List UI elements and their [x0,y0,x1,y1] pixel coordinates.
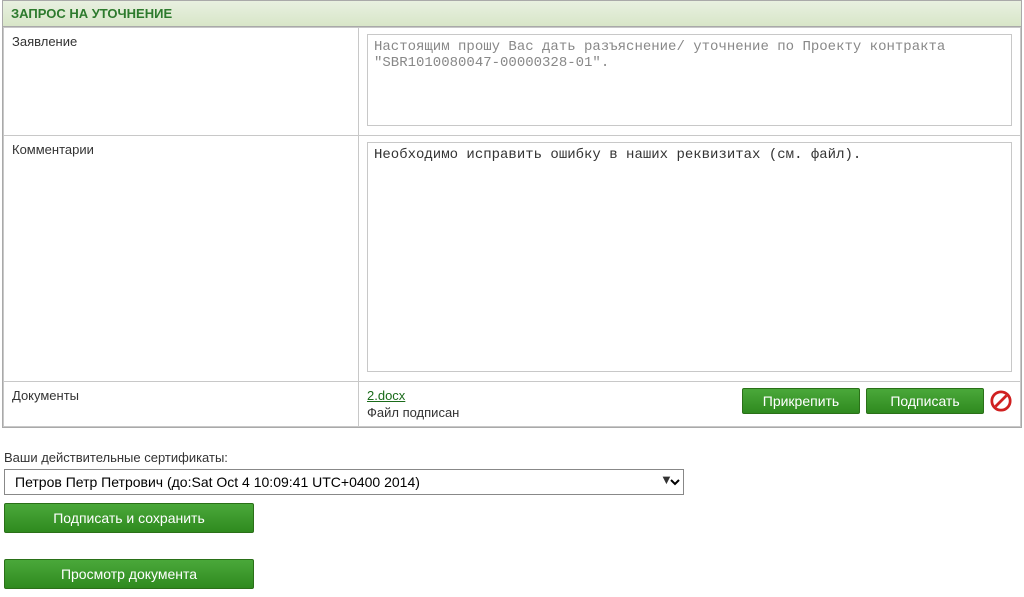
attach-button[interactable]: Прикрепить [742,388,860,414]
sign-button[interactable]: Подписать [866,388,984,414]
comments-textarea[interactable] [367,142,1012,372]
form-table: Заявление Комментарии Документы 2.docx Ф… [3,27,1021,427]
clarification-request-panel: ЗАПРОС НА УТОЧНЕНИЕ Заявление Комментари… [2,0,1022,428]
document-file-link[interactable]: 2.docx [367,388,405,403]
certificate-select[interactable]: Петров Петр Петрович (до:Sat Oct 4 10:09… [4,469,684,495]
delete-file-icon[interactable] [990,390,1012,412]
comments-label: Комментарии [4,136,359,382]
certificates-section: Ваши действительные сертификаты: Петров … [2,450,1022,589]
preview-document-button[interactable]: Просмотр документа [4,559,254,589]
statement-textarea[interactable] [367,34,1012,126]
document-file-status: Файл подписан [367,405,734,420]
panel-title: ЗАПРОС НА УТОЧНЕНИЕ [3,1,1021,27]
documents-label: Документы [4,382,359,427]
sign-and-save-button[interactable]: Подписать и сохранить [4,503,254,533]
statement-label: Заявление [4,28,359,136]
certificates-label: Ваши действительные сертификаты: [4,450,1020,465]
documents-row: 2.docx Файл подписан Прикрепить Подписат… [367,388,1012,420]
